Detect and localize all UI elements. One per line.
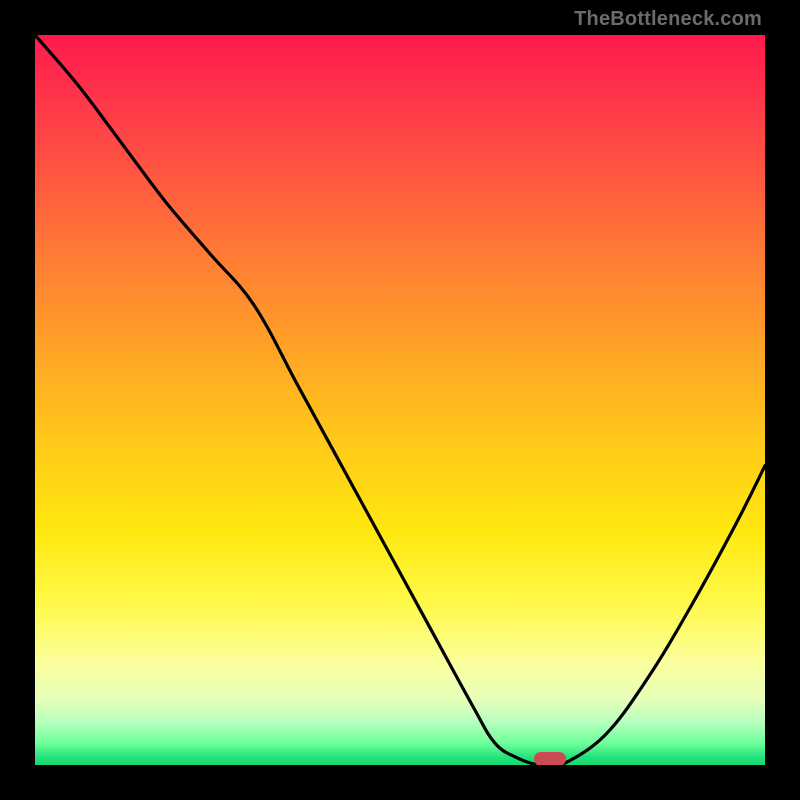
chart-frame: TheBottleneck.com xyxy=(0,0,800,800)
bottleneck-curve xyxy=(35,35,765,765)
watermark-text: TheBottleneck.com xyxy=(574,8,762,31)
plot-area xyxy=(35,35,765,765)
optimal-marker xyxy=(534,752,566,765)
curve-svg xyxy=(35,35,765,765)
